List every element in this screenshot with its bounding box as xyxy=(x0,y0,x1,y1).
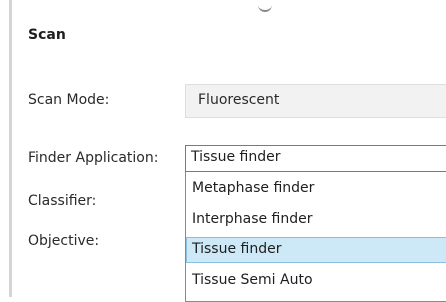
dropdown-option-tissue-finder[interactable]: Tissue finder xyxy=(186,237,446,263)
finder-application-label: Finder Application: xyxy=(28,150,159,166)
section-title: Scan xyxy=(28,27,66,43)
scan-mode-label: Scan Mode: xyxy=(28,92,110,108)
panel-left-border xyxy=(9,0,12,297)
finder-application-select[interactable]: Tissue finder xyxy=(185,145,446,172)
objective-label: Objective: xyxy=(28,233,100,249)
dropdown-option-interphase-finder[interactable]: Interphase finder xyxy=(186,207,446,233)
dropdown-option-metaphase-finder[interactable]: Metaphase finder xyxy=(186,176,446,202)
finder-application-dropdown: Metaphase finder Interphase finder Tissu… xyxy=(185,172,446,302)
scan-mode-value: Fluorescent xyxy=(185,84,446,118)
panel-top-mark xyxy=(258,5,272,12)
classifier-label: Classifier: xyxy=(28,193,97,209)
dropdown-option-tissue-semi-auto[interactable]: Tissue Semi Auto xyxy=(186,268,446,294)
